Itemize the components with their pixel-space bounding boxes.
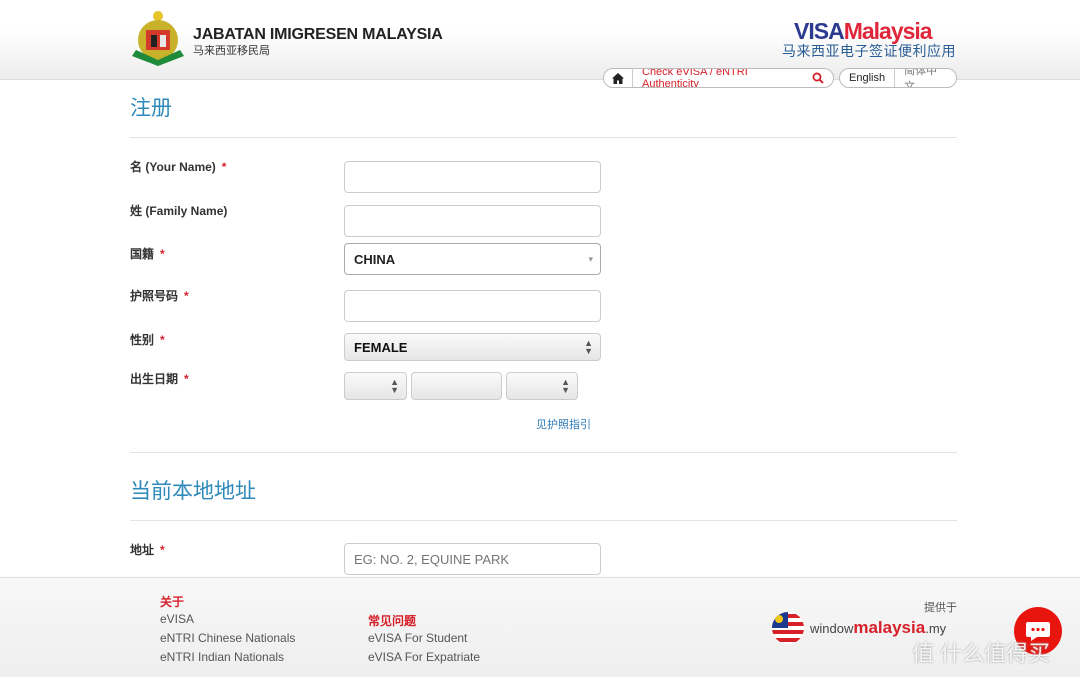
address-input[interactable] xyxy=(344,543,601,575)
given-name-input[interactable] xyxy=(344,161,601,193)
top-nav: Check eVISA / eNTRI Authenticity xyxy=(603,68,834,88)
search-icon xyxy=(812,72,824,84)
family-name-input[interactable] xyxy=(344,205,601,237)
select-arrows-icon: ▲ ▼ xyxy=(390,377,399,395)
check-authenticity-link[interactable]: Check eVISA / eNTRI Authenticity xyxy=(632,69,833,87)
label-gender: 性别 * xyxy=(130,333,165,347)
section-title-local-address: 当前本地地址 xyxy=(130,480,256,503)
select-arrows-icon: ▲ ▼ xyxy=(561,377,570,395)
agency-name-cn: 马来西亚移民局 xyxy=(193,45,270,57)
footer-link[interactable]: eNTRI Chinese Nationals xyxy=(160,631,295,645)
dob-day-select[interactable]: ▲ ▼ xyxy=(344,372,407,400)
label-given-name: 名 (Your Name) * xyxy=(130,160,227,174)
footer-about-heading: 关于 xyxy=(160,595,185,609)
lang-chinese[interactable]: 简体中文 xyxy=(894,69,956,87)
label-nationality: 国籍 * xyxy=(130,247,165,261)
passport-guide-link[interactable]: 见护照指引 xyxy=(536,416,591,432)
home-icon[interactable] xyxy=(604,69,632,87)
nationality-select[interactable]: CHINA ▾ xyxy=(344,243,601,275)
lang-english[interactable]: English xyxy=(840,69,894,87)
immigration-crest-logo xyxy=(132,11,184,66)
select-arrows-icon: ▲ ▼ xyxy=(584,338,593,356)
label-passport-number: 护照号码 * xyxy=(130,289,189,303)
malaysia-flag-globe-icon xyxy=(772,612,804,644)
section-title-register: 注册 xyxy=(130,97,172,120)
dob-month-select[interactable] xyxy=(411,372,502,400)
footer-link[interactable]: eVISA For Expatriate xyxy=(368,650,480,664)
passport-number-input[interactable] xyxy=(344,290,601,322)
divider xyxy=(130,137,957,138)
dropdown-arrow-icon: ▾ xyxy=(588,254,593,264)
footer-faq-heading: 常见问题 xyxy=(368,614,417,628)
visa-malaysia-subtitle: 马来西亚电子签证便利应用 xyxy=(782,43,956,59)
divider xyxy=(130,452,957,453)
gender-select[interactable]: FEMALE ▲ ▼ xyxy=(344,333,601,361)
label-address: 地址 * xyxy=(130,543,165,557)
footer-link[interactable]: eVISA xyxy=(160,612,194,626)
label-family-name: 姓 (Family Name) xyxy=(130,204,228,218)
watermark: 值 什么值得买 xyxy=(912,641,1051,666)
label-date-of-birth: 出生日期 * xyxy=(130,372,189,386)
language-switcher: English 简体中文 xyxy=(839,68,957,88)
footer-link[interactable]: eVISA For Student xyxy=(368,631,467,645)
divider xyxy=(130,520,957,521)
footer-link[interactable]: eNTRI Indian Nationals xyxy=(160,650,284,664)
dob-year-select[interactable]: ▲ ▼ xyxy=(506,372,578,400)
